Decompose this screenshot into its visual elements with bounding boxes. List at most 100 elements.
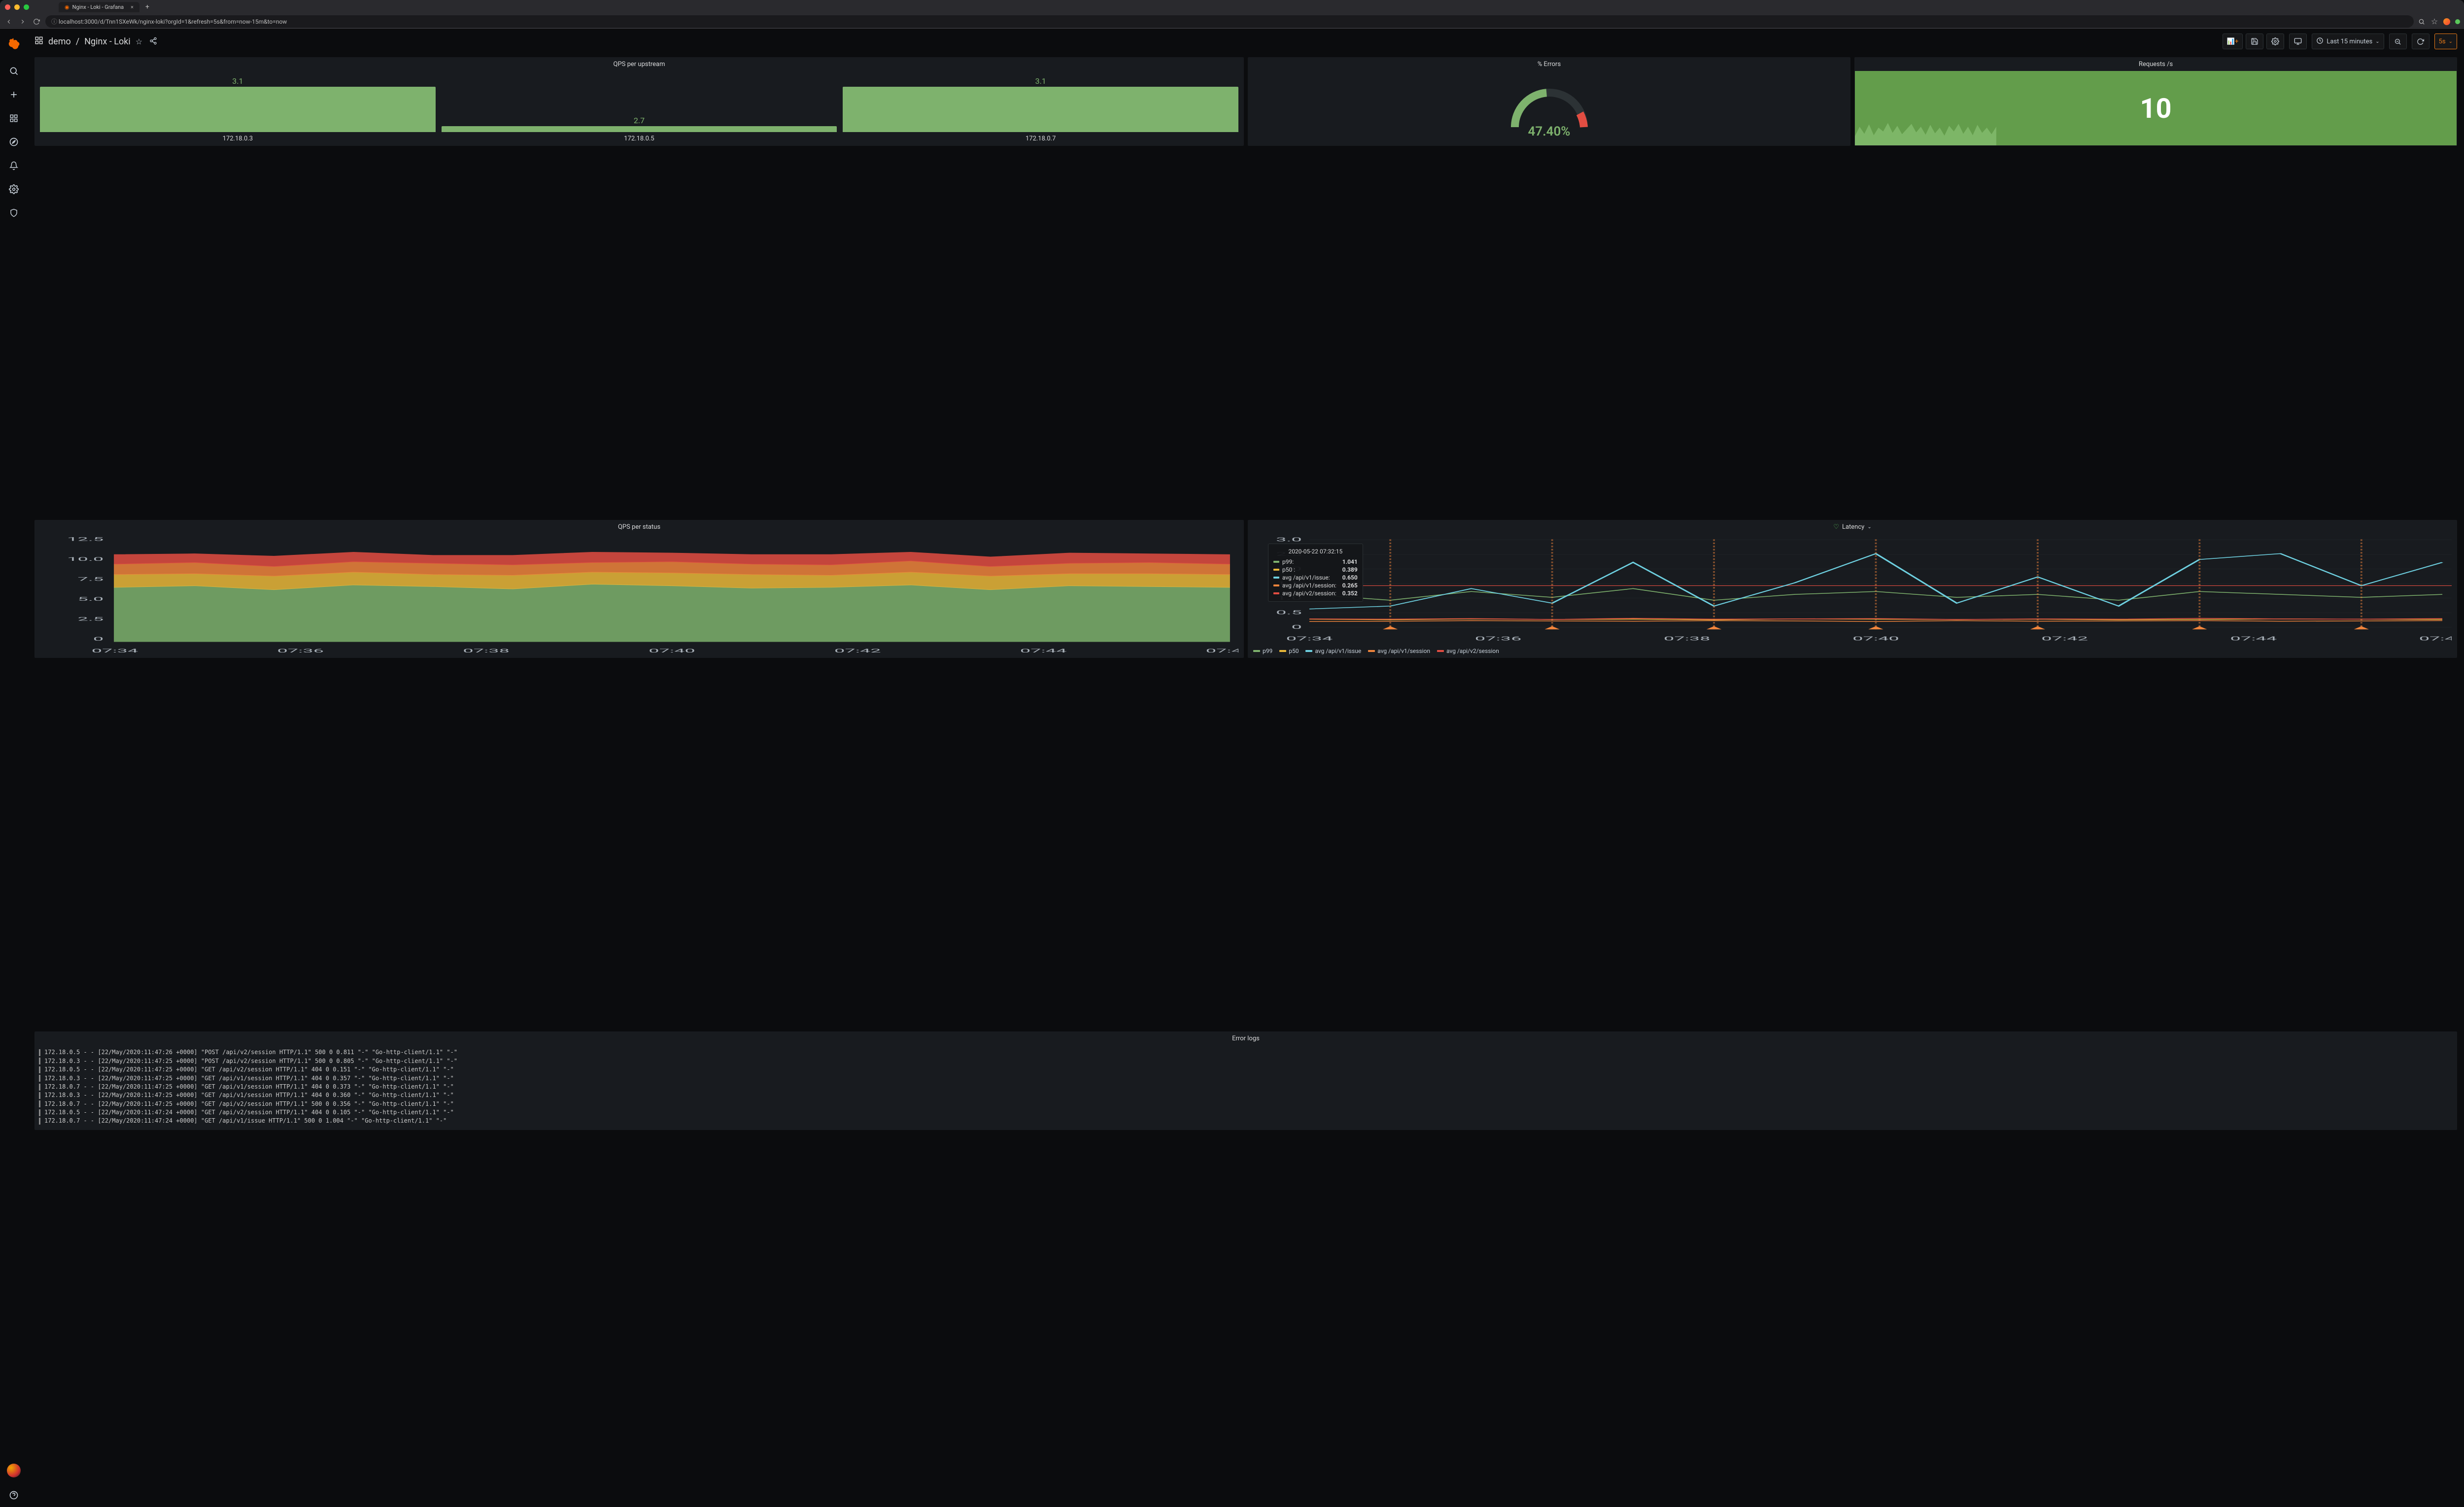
- browser-tab[interactable]: ◉ Nginx - Loki - Grafana ×: [59, 2, 139, 12]
- back-icon[interactable]: [4, 17, 14, 27]
- legend-item[interactable]: p50: [1279, 648, 1299, 654]
- zoom-icon[interactable]: [2418, 18, 2426, 26]
- svg-text:07:36: 07:36: [277, 648, 324, 653]
- legend-item[interactable]: avg /api/v1/session: [1368, 648, 1430, 654]
- time-range-label: Last 15 minutes: [2327, 38, 2372, 45]
- chart-legend: p99 p50 avg /api/v1/issue avg /api/v1/sessi…: [1248, 646, 2457, 657]
- svg-text:07:38: 07:38: [1664, 635, 1711, 642]
- legend-swatch-icon: [1305, 650, 1312, 652]
- stat-value: 10: [2140, 92, 2171, 125]
- qps-label: 172.18.0.5: [624, 135, 654, 142]
- url-input[interactable]: ⓘ localhost:3000/d/Tnn1SXeWk/nginx-loki?…: [45, 15, 2414, 28]
- svg-text:07:38: 07:38: [463, 648, 510, 653]
- panel-title-text: Latency: [1842, 523, 1864, 531]
- log-line: 172.18.0.7 - - [22/May/2020:11:47:24 +00…: [39, 1117, 2453, 1125]
- panel-qps-upstream[interactable]: QPS per upstream 3.1 172.18.0.3 2.7 172.1…: [34, 57, 1244, 146]
- forward-icon[interactable]: [18, 17, 28, 27]
- chevron-down-icon: ⌄: [2375, 39, 2379, 44]
- time-range-picker[interactable]: Last 15 minutes ⌄: [2312, 34, 2384, 49]
- grafana-logo-icon[interactable]: [5, 35, 23, 53]
- panel-title: % Errors: [1248, 58, 1850, 71]
- tooltip-value: 0.650: [1342, 574, 1358, 581]
- gauge-value: 47.40%: [1528, 124, 1571, 139]
- tooltip-swatch-icon: [1273, 569, 1279, 571]
- profile-avatar-icon[interactable]: [2443, 18, 2450, 25]
- star-icon[interactable]: ☆: [136, 37, 144, 46]
- legend-item[interactable]: p99: [1253, 648, 1272, 654]
- svg-text:07:46: 07:46: [1206, 648, 1238, 653]
- create-icon[interactable]: [8, 89, 20, 101]
- tooltip-label: avg /api/v1/session:: [1282, 582, 1336, 589]
- qps-label: 172.18.0.3: [223, 135, 253, 142]
- minimize-window-icon[interactable]: [14, 4, 20, 10]
- legend-item[interactable]: avg /api/v2/session: [1437, 648, 1499, 654]
- user-avatar-icon[interactable]: [7, 1464, 21, 1477]
- panel-percent-errors[interactable]: % Errors 47.40%: [1248, 57, 1850, 146]
- line-chart: 3.02.52.01.51.00.5007:3407:3607:3807:400…: [1253, 537, 2452, 643]
- panel-qps-per-status[interactable]: QPS per status 12.510.07.55.02.5007:3407…: [34, 520, 1244, 658]
- tooltip-label: avg /api/v1/issue:: [1282, 574, 1330, 581]
- breadcrumb[interactable]: demo / Nginx - Loki: [48, 36, 131, 47]
- heart-icon: ♡: [1833, 523, 1839, 531]
- close-tab-icon[interactable]: ×: [131, 4, 134, 10]
- panel-error-logs[interactable]: Error logs 172.18.0.5 - - [22/May/2020:1…: [34, 1031, 2457, 1130]
- panel-title: QPS per status: [35, 520, 1243, 534]
- tooltip-value: 1.041: [1342, 558, 1358, 565]
- tooltip-row: p50 :0.389: [1273, 566, 1358, 574]
- alerting-icon[interactable]: [8, 160, 20, 171]
- view-mode-button[interactable]: [2289, 34, 2307, 49]
- svg-text:07:40: 07:40: [649, 648, 695, 653]
- log-text: 172.18.0.7 - - [22/May/2020:11:47:25 +00…: [44, 1083, 454, 1091]
- log-level-bar-icon: [39, 1092, 40, 1099]
- log-level-bar-icon: [39, 1058, 40, 1064]
- new-tab-button[interactable]: +: [142, 2, 152, 12]
- tab-favicon-icon: ◉: [65, 4, 69, 10]
- chevron-down-icon: ⌄: [2449, 39, 2453, 44]
- dashboards-icon[interactable]: [8, 112, 20, 124]
- panel-latency[interactable]: ♡ Latency ⌄ 3.02.52.01.51.00.5007:3407:3…: [1248, 520, 2457, 658]
- settings-icon[interactable]: [8, 183, 20, 195]
- tooltip-swatch-icon: [1273, 592, 1279, 594]
- dashboard-topbar: demo / Nginx - Loki ☆ 📊+ Last 15 minutes…: [28, 30, 2464, 53]
- shield-icon[interactable]: [8, 207, 20, 219]
- close-window-icon[interactable]: [5, 4, 10, 10]
- tooltip-row: avg /api/v1/session:0.265: [1273, 582, 1358, 589]
- tooltip-label: p50 :: [1282, 566, 1295, 573]
- legend-item[interactable]: avg /api/v1/issue: [1305, 648, 1361, 654]
- svg-text:0.5: 0.5: [1276, 609, 1302, 616]
- panel-requests-per-second[interactable]: Requests /s 10: [1854, 57, 2457, 146]
- chevron-down-icon[interactable]: ⌄: [1867, 524, 1871, 530]
- bookmark-icon[interactable]: ☆: [2430, 18, 2438, 26]
- auto-refresh-picker[interactable]: 5s ⌄: [2434, 34, 2457, 49]
- save-button[interactable]: [2246, 34, 2263, 49]
- dashboard-settings-button[interactable]: [2266, 34, 2284, 49]
- breadcrumb-folder[interactable]: demo: [48, 36, 71, 47]
- reload-icon[interactable]: [32, 17, 41, 27]
- refresh-button[interactable]: [2412, 34, 2430, 49]
- maximize-window-icon[interactable]: [24, 4, 29, 10]
- svg-text:10.0: 10.0: [67, 556, 103, 562]
- explore-icon[interactable]: [8, 136, 20, 148]
- svg-text:7.5: 7.5: [77, 576, 103, 582]
- log-line: 172.18.0.3 - - [22/May/2020:11:47:25 +00…: [39, 1074, 2453, 1083]
- svg-text:3.0: 3.0: [1276, 537, 1302, 543]
- qps-value: 3.1: [1035, 76, 1046, 86]
- qps-bar-item: 2.7 172.18.0.5: [442, 116, 837, 142]
- dashboard-grid-icon[interactable]: [34, 36, 43, 47]
- panel-title: QPS per upstream: [35, 58, 1243, 71]
- add-panel-button[interactable]: 📊+: [2223, 34, 2243, 49]
- log-text: 172.18.0.5 - - [22/May/2020:11:47:26 +00…: [44, 1048, 457, 1057]
- share-icon[interactable]: [149, 37, 158, 46]
- legend-swatch-icon: [1437, 650, 1444, 652]
- log-level-bar-icon: [39, 1066, 40, 1073]
- help-icon[interactable]: [8, 1489, 20, 1501]
- page-title: Nginx - Loki: [84, 36, 131, 47]
- qps-value: 2.7: [634, 116, 645, 125]
- legend-swatch-icon: [1253, 650, 1260, 652]
- area-chart: 12.510.07.55.02.5007:3407:3607:3807:4007…: [40, 537, 1238, 654]
- search-icon[interactable]: [8, 65, 20, 77]
- traffic-lights[interactable]: [5, 4, 29, 10]
- log-lines: 172.18.0.5 - - [22/May/2020:11:47:26 +00…: [35, 1045, 2457, 1129]
- zoom-out-button[interactable]: [2389, 34, 2407, 49]
- refresh-rate-label: 5s: [2439, 38, 2446, 45]
